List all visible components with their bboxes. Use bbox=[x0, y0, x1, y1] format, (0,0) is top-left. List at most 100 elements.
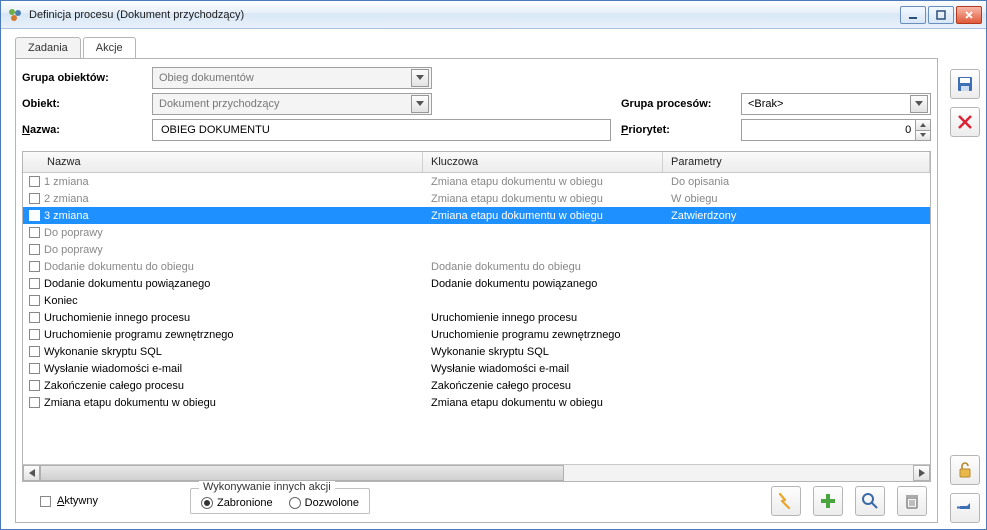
checkbox-icon bbox=[40, 496, 51, 507]
table-row[interactable]: 1 zmianaZmiana etapu dokumentu w obieguD… bbox=[23, 173, 930, 190]
combo-obiekt[interactable]: Dokument przychodzący bbox=[152, 93, 432, 115]
titlebar: Definicja procesu (Dokument przychodzący… bbox=[1, 1, 986, 29]
close-button[interactable] bbox=[956, 6, 982, 24]
cell-parametry: W obiegu bbox=[663, 193, 930, 205]
cell-nazwa: Uruchomienie innego procesu bbox=[44, 312, 190, 324]
row-checkbox[interactable] bbox=[29, 244, 40, 255]
row-checkbox[interactable] bbox=[29, 210, 40, 221]
row-checkbox[interactable] bbox=[29, 312, 40, 323]
cell-kluczowa: Uruchomienie programu zewnętrznego bbox=[423, 329, 663, 341]
group-legend: Wykonywanie innych akcji bbox=[199, 481, 335, 493]
minimize-button[interactable] bbox=[900, 6, 926, 24]
cell-nazwa: Wykonanie skryptu SQL bbox=[44, 346, 162, 358]
row-checkbox[interactable] bbox=[29, 329, 40, 340]
horizontal-scrollbar[interactable] bbox=[23, 464, 930, 481]
row-checkbox[interactable] bbox=[29, 363, 40, 374]
table-row[interactable]: Zakończenie całego procesu Zakończenie ca… bbox=[23, 377, 930, 394]
cell-nazwa: Dodanie dokumentu do obiegu bbox=[44, 261, 194, 273]
label-priorytet: Priorytet: bbox=[621, 124, 731, 136]
row-checkbox[interactable] bbox=[29, 397, 40, 408]
table-row[interactable]: Do poprawy bbox=[23, 241, 930, 258]
input-priorytet[interactable] bbox=[741, 119, 931, 141]
execute-button[interactable] bbox=[771, 486, 801, 516]
row-checkbox[interactable] bbox=[29, 261, 40, 272]
table-row[interactable]: Do poprawy bbox=[23, 224, 930, 241]
cell-kluczowa: Dodanie dokumentu powiązanego bbox=[423, 278, 663, 290]
sidebar-toolbar bbox=[946, 29, 986, 529]
actions-grid: Nazwa Kluczowa Parametry 1 zmiana Zmiana … bbox=[22, 151, 931, 482]
chevron-down-icon bbox=[411, 95, 429, 113]
cell-kluczowa: Dodanie dokumentu do obiegu bbox=[423, 261, 663, 273]
cell-kluczowa: Zmiana etapu dokumentu w obiegu bbox=[423, 397, 663, 409]
lock-button[interactable] bbox=[950, 455, 980, 485]
table-row[interactable]: Zmiana etapu dokumentu w obieguZmiana et… bbox=[23, 394, 930, 411]
input-nazwa[interactable] bbox=[152, 119, 611, 141]
table-row[interactable]: Koniec bbox=[23, 292, 930, 309]
spin-down-icon[interactable] bbox=[916, 131, 930, 141]
panel-akcje: Grupa obiektów: Obieg dokumentów Obiekt:… bbox=[15, 58, 938, 523]
table-row[interactable]: Uruchomienie innego procesuUruchomienie … bbox=[23, 309, 930, 326]
combo-grupa-obiektow-value: Obieg dokumentów bbox=[159, 72, 254, 84]
cell-nazwa: 3 zmiana bbox=[44, 210, 89, 222]
tabs: Zadania Akcje bbox=[15, 35, 938, 59]
grid-body[interactable]: 1 zmiana Zmiana etapu dokumentu w obiegu D… bbox=[23, 173, 930, 464]
radio-dozwolone[interactable]: Dozwolone bbox=[289, 497, 359, 509]
combo-grupa-procesow-value: <Brak> bbox=[748, 98, 783, 110]
maximize-button[interactable] bbox=[928, 6, 954, 24]
table-row[interactable]: 2 zmiana Zmiana etapu dokumentu w obieguW… bbox=[23, 190, 930, 207]
label-grupa-procesow: Grupa procesów: bbox=[621, 98, 731, 110]
label-grupa-obiektow: Grupa obiektów: bbox=[22, 72, 142, 84]
save-button[interactable] bbox=[950, 69, 980, 99]
cell-parametry: Zatwierdzony bbox=[663, 210, 930, 222]
table-row[interactable]: Dodanie dokumentu do obiegu Dodanie dokum… bbox=[23, 258, 930, 275]
cell-nazwa: Do poprawy bbox=[44, 227, 103, 239]
scroll-right-icon[interactable] bbox=[913, 465, 930, 481]
checkbox-aktywny[interactable]: Aktywny Aktywny bbox=[40, 495, 98, 507]
row-checkbox[interactable] bbox=[29, 227, 40, 238]
combo-grupa-procesow[interactable]: <Brak> bbox=[741, 93, 931, 115]
col-kluczowa[interactable]: Kluczowa bbox=[423, 152, 663, 172]
input-priorytet-field[interactable] bbox=[742, 120, 915, 140]
chevron-down-icon bbox=[910, 95, 928, 113]
window: Definicja procesu (Dokument przychodzący… bbox=[0, 0, 987, 530]
cell-nazwa: 1 zmiana bbox=[44, 176, 89, 188]
delete-button[interactable] bbox=[897, 486, 927, 516]
spin-up-icon[interactable] bbox=[916, 120, 930, 131]
app-icon bbox=[7, 7, 23, 23]
window-title: Definicja procesu (Dokument przychodzący… bbox=[29, 9, 900, 21]
combo-grupa-obiektow[interactable]: Obieg dokumentów bbox=[152, 67, 432, 89]
row-checkbox[interactable] bbox=[29, 193, 40, 204]
cell-nazwa: 2 zmiana bbox=[44, 193, 89, 205]
row-checkbox[interactable] bbox=[29, 380, 40, 391]
combo-obiekt-value: Dokument przychodzący bbox=[159, 98, 279, 110]
group-wykonywanie: Wykonywanie innych akcji Zabronione Dozw… bbox=[190, 488, 370, 514]
cell-kluczowa: Zmiana etapu dokumentu w obiegu bbox=[423, 193, 663, 205]
cell-nazwa: Dodanie dokumentu powiązanego bbox=[44, 278, 210, 290]
cell-kluczowa: Zmiana etapu dokumentu w obiegu bbox=[423, 176, 663, 188]
row-checkbox[interactable] bbox=[29, 278, 40, 289]
cell-nazwa: Do poprawy bbox=[44, 244, 103, 256]
search-button[interactable] bbox=[855, 486, 885, 516]
tab-zadania[interactable]: Zadania bbox=[15, 37, 81, 59]
radio-zabronione[interactable]: Zabronione bbox=[201, 497, 273, 509]
input-nazwa-field[interactable] bbox=[159, 123, 608, 137]
row-checkbox[interactable] bbox=[29, 346, 40, 357]
table-row[interactable]: Uruchomienie programu zewnętrznegoUrucho… bbox=[23, 326, 930, 343]
add-button[interactable] bbox=[813, 486, 843, 516]
tab-akcje[interactable]: Akcje bbox=[83, 37, 136, 59]
label-nazwa: NNazwa:azwa: bbox=[22, 124, 142, 136]
table-row[interactable]: Dodanie dokumentu powiązanego Dodanie dok… bbox=[23, 275, 930, 292]
pin-button[interactable] bbox=[950, 493, 980, 523]
row-checkbox[interactable] bbox=[29, 295, 40, 306]
table-row[interactable]: Wykonanie skryptu SQLWykonanie skryptu S… bbox=[23, 343, 930, 360]
scroll-thumb[interactable] bbox=[40, 465, 564, 481]
scroll-left-icon[interactable] bbox=[23, 465, 40, 481]
col-parametry[interactable]: Parametry bbox=[663, 152, 930, 172]
cancel-button[interactable] bbox=[950, 107, 980, 137]
row-checkbox[interactable] bbox=[29, 176, 40, 187]
col-nazwa[interactable]: Nazwa bbox=[23, 152, 423, 172]
cell-nazwa: Zakończenie całego procesu bbox=[44, 380, 184, 392]
table-row[interactable]: Wysłanie wiadomości e-mailWysłanie wiado… bbox=[23, 360, 930, 377]
cell-kluczowa: Zakończenie całego procesu bbox=[423, 380, 663, 392]
table-row[interactable]: 3 zmianaZmiana etapu dokumentu w obieguZ… bbox=[23, 207, 930, 224]
